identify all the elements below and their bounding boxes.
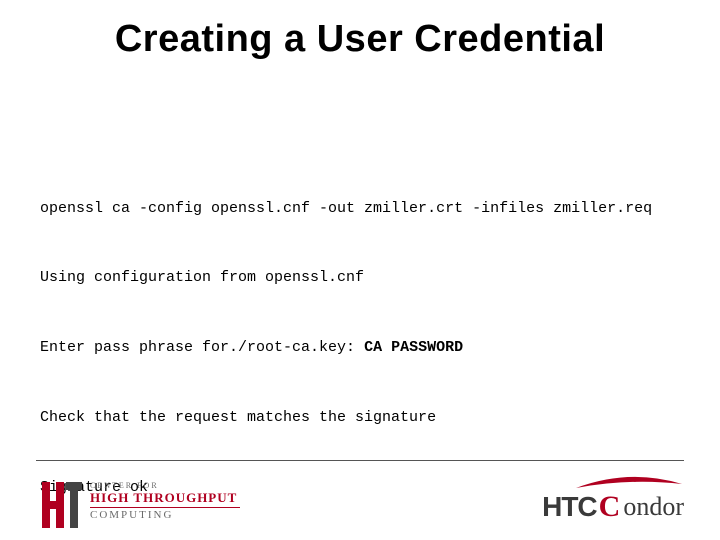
prompt-text: Enter pass phrase for./root-ca.key: <box>40 339 364 356</box>
logo-line1: CENTER FOR <box>90 482 240 490</box>
code-line: openssl ca -config openssl.cnf -out zmil… <box>40 197 680 220</box>
slide-title: Creating a User Credential <box>0 18 720 61</box>
user-input: CA PASSWORD <box>364 339 463 356</box>
footer: CENTER FOR HIGH THROUGHPUT COMPUTING HTC… <box>0 460 720 540</box>
logo-c: C <box>599 490 621 524</box>
logo-htcondor: HTCCondor <box>542 490 684 524</box>
code-line: Check that the request matches the signa… <box>40 406 680 429</box>
logo-line3: COMPUTING <box>90 510 240 521</box>
code-line: Enter pass phrase for./root-ca.key: CA P… <box>40 336 680 359</box>
logo-text: CENTER FOR HIGH THROUGHPUT COMPUTING <box>90 482 240 521</box>
logo-underline <box>90 507 240 508</box>
logo-ondor: ondor <box>623 492 684 522</box>
footer-divider <box>36 460 684 461</box>
logo-htc-center: CENTER FOR HIGH THROUGHPUT COMPUTING <box>36 482 240 528</box>
ht-mark-icon <box>36 482 82 528</box>
slide: Creating a User Credential openssl ca -c… <box>0 0 720 540</box>
logo-line2: HIGH THROUGHPUT <box>90 491 240 504</box>
logo-ht: HTC <box>542 491 597 523</box>
code-line: Using configuration from openssl.cnf <box>40 266 680 289</box>
